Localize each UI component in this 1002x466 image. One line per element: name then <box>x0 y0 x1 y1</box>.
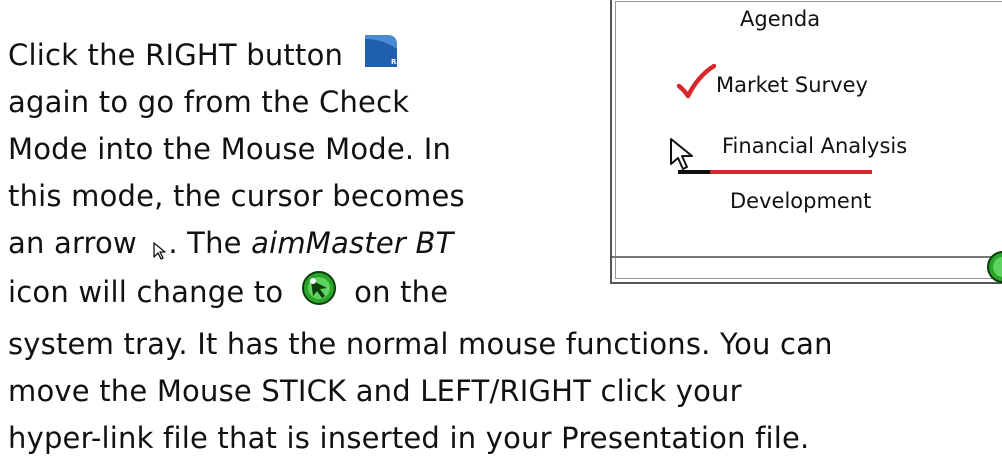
slide-item-development: Development <box>730 189 872 213</box>
slide-divider <box>612 256 1002 258</box>
slide-item-agenda: Agenda <box>740 7 821 31</box>
right-button-letter: R <box>391 58 397 66</box>
instruction-line-9: hyper-link file that is inserted in your… <box>8 418 809 458</box>
instruction-line-1: Click the RIGHT button R <box>8 35 399 75</box>
instruction-text: Mode into the Mouse Mode. In <box>8 132 452 166</box>
instruction-text: move the Mouse STICK and LEFT/RIGHT clic… <box>8 374 742 408</box>
aimmaster-tray-icon <box>301 270 337 306</box>
instruction-text: an arrow <box>8 226 137 260</box>
arrow-cursor-icon <box>152 231 168 260</box>
arrow-cursor-icon <box>668 136 698 172</box>
brand-name: aimMaster BT <box>251 226 454 260</box>
instruction-text: again to go from the Check <box>8 85 410 119</box>
instruction-line-7: system tray. It has the normal mouse fun… <box>8 324 833 364</box>
check-mark-icon <box>676 63 717 100</box>
instruction-text: on the <box>354 275 449 309</box>
slide-item-financial-analysis: Financial Analysis <box>722 134 908 158</box>
instruction-line-5: an arrow . The aimMaster BT <box>8 223 453 263</box>
instruction-text: Click the RIGHT button <box>8 38 344 72</box>
instruction-text: this mode, the cursor becomes <box>8 179 465 213</box>
instruction-line-2: again to go from the Check <box>8 82 409 122</box>
instruction-text: icon will change to <box>8 275 284 309</box>
instruction-line-6: icon will change to on the <box>8 270 449 312</box>
instruction-text: hyper-link file that is inserted in your… <box>8 421 810 455</box>
instruction-line-8: move the Mouse STICK and LEFT/RIGHT clic… <box>8 371 742 411</box>
instruction-line-3: Mode into the Mouse Mode. In <box>8 129 451 169</box>
right-button-icon: R <box>363 33 399 69</box>
highlight-underline <box>710 170 872 174</box>
instruction-text: system tray. It has the normal mouse fun… <box>8 327 833 361</box>
instruction-text: . The <box>168 226 242 260</box>
slide-item-market-survey: Market Survey <box>716 73 868 97</box>
aimmaster-tray-icon <box>986 250 1002 284</box>
instruction-line-4: this mode, the cursor becomes <box>8 176 465 216</box>
